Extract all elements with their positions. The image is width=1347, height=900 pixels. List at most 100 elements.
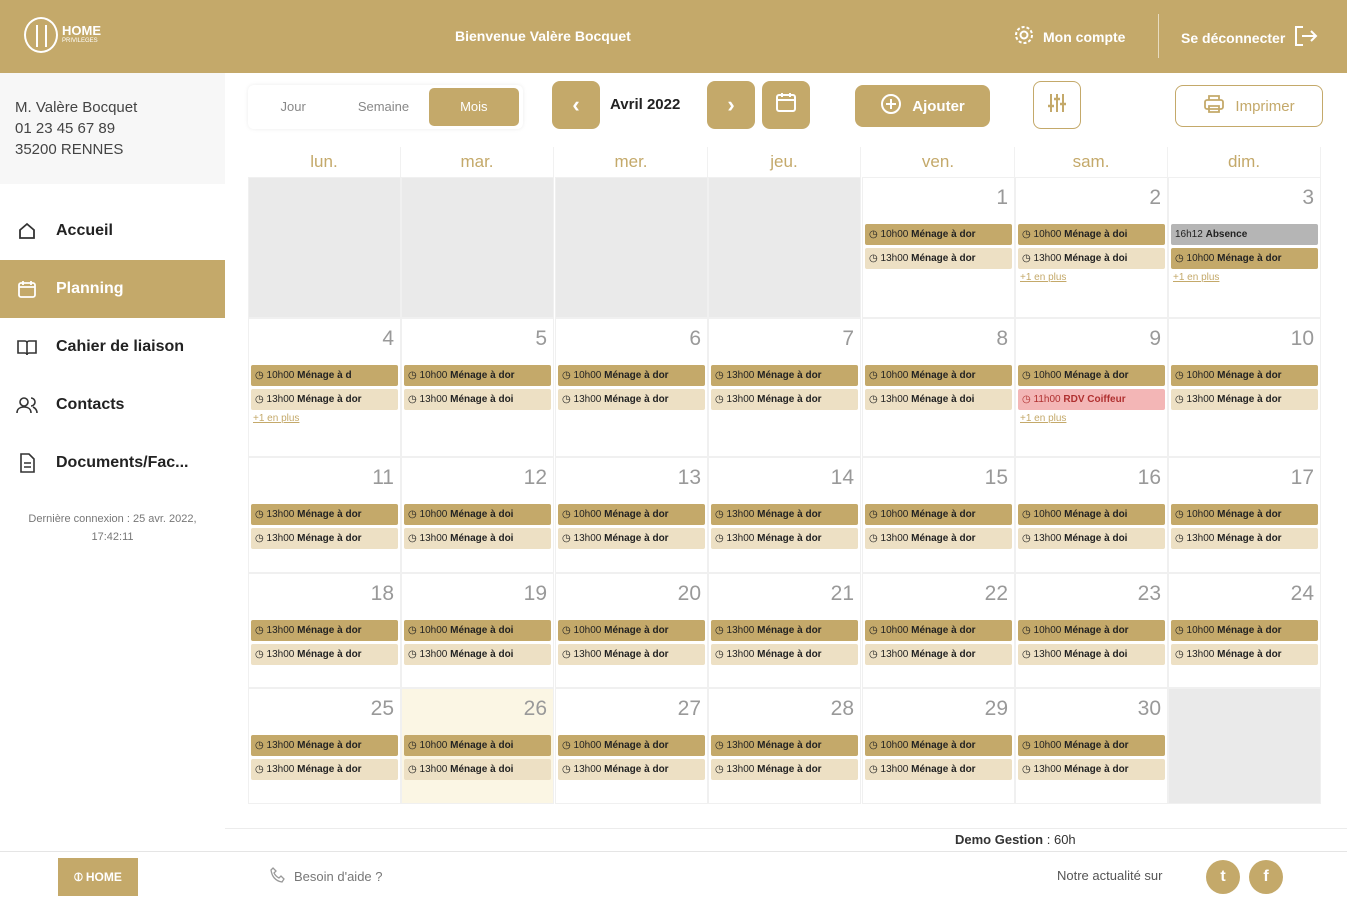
footer-logo[interactable]: ⦶ HOME [58,858,138,896]
next-month-button[interactable]: › [707,81,755,129]
day-cell[interactable]: 20 ◷ 10h00 Ménage à dor ◷ 13h00 Ménage à d… [555,573,708,688]
event-chip[interactable]: ◷ 13h00 Ménage à dor [251,620,398,641]
event-chip[interactable]: ◷ 13h00 Ménage à dor [1171,528,1318,549]
facebook-icon[interactable]: f [1249,860,1283,894]
day-cell[interactable]: 30 ◷ 10h00 Ménage à dor ◷ 13h00 Ménage à d… [1015,688,1168,804]
day-cell[interactable] [708,177,861,318]
day-cell[interactable]: 19 ◷ 10h00 Ménage à doi ◷ 13h00 Ménage à d… [401,573,554,688]
event-chip[interactable]: ◷ 13h00 Ménage à dor [1171,644,1318,665]
appointment-event[interactable]: ◷ 11h00 RDV Coiffeur [1018,389,1165,410]
event-chip[interactable]: ◷ 13h00 Ménage à doi [1018,644,1165,665]
event-chip[interactable]: ◷ 13h00 Ménage à doi [404,759,551,780]
day-cell[interactable]: 29 ◷ 10h00 Ménage à dor ◷ 13h00 Ménage à d… [862,688,1015,804]
day-cell[interactable]: 4 ◷ 10h00 Ménage à d ◷ 13h00 Ménage à dor +… [248,318,401,457]
event-chip[interactable]: ◷ 10h00 Ménage à dor [558,365,705,386]
event-chip[interactable]: ◷ 10h00 Ménage à dor [865,224,1012,245]
day-cell[interactable]: 6 ◷ 10h00 Ménage à dor ◷ 13h00 Ménage à do… [555,318,708,457]
day-cell[interactable]: 25 ◷ 13h00 Ménage à dor ◷ 13h00 Ménage à d… [248,688,401,804]
event-chip[interactable]: ◷ 13h00 Ménage à dor [865,528,1012,549]
event-chip[interactable]: ◷ 10h00 Ménage à doi [1018,224,1165,245]
event-chip[interactable]: ◷ 13h00 Ménage à dor [251,504,398,525]
event-chip[interactable]: ◷ 13h00 Ménage à doi [404,528,551,549]
event-chip[interactable]: ◷ 10h00 Ménage à d [251,365,398,386]
day-cell[interactable]: 17 ◷ 10h00 Ménage à dor ◷ 13h00 Ménage à d… [1168,457,1321,573]
sidebar-item-planning[interactable]: Planning [0,260,225,318]
event-chip[interactable]: ◷ 10h00 Ménage à doi [1018,504,1165,525]
day-cell[interactable]: 16 ◷ 10h00 Ménage à doi ◷ 13h00 Ménage à d… [1015,457,1168,573]
event-chip[interactable]: ◷ 10h00 Ménage à dor [865,504,1012,525]
event-chip[interactable]: ◷ 13h00 Ménage à doi [1018,248,1165,269]
event-chip[interactable]: ◷ 10h00 Ménage à dor [1171,248,1318,269]
event-chip[interactable]: ◷ 10h00 Ménage à dor [1171,504,1318,525]
more-events-link[interactable]: +1 en plus [1018,413,1165,424]
sidebar-item-cahier[interactable]: Cahier de liaison [0,318,225,376]
event-chip[interactable]: ◷ 10h00 Ménage à dor [1171,620,1318,641]
event-chip[interactable]: ◷ 10h00 Ménage à doi [404,735,551,756]
add-button[interactable]: Ajouter [855,85,990,127]
event-chip[interactable]: ◷ 10h00 Ménage à dor [865,735,1012,756]
event-chip[interactable]: ◷ 13h00 Ménage à doi [404,644,551,665]
event-chip[interactable]: ◷ 13h00 Ménage à dor [251,389,398,410]
event-chip[interactable]: ◷ 10h00 Ménage à dor [558,504,705,525]
more-events-link[interactable]: +1 en plus [1018,272,1165,283]
day-cell[interactable]: 2 ◷ 10h00 Ménage à doi ◷ 13h00 Ménage à do… [1015,177,1168,318]
event-chip[interactable]: ◷ 13h00 Ménage à dor [711,504,858,525]
logout-button[interactable]: Se déconnecter [1181,24,1319,51]
event-chip[interactable]: ◷ 10h00 Ménage à dor [1018,735,1165,756]
day-cell[interactable] [1168,688,1321,804]
view-day-button[interactable]: Jour [248,88,338,126]
event-chip[interactable]: ◷ 13h00 Ménage à doi [1018,528,1165,549]
event-chip[interactable]: ◷ 10h00 Ménage à dor [865,365,1012,386]
event-chip[interactable]: ◷ 13h00 Ménage à dor [711,759,858,780]
day-cell-today[interactable]: 26 ◷ 10h00 Ménage à doi ◷ 13h00 Ménage à d… [401,688,554,804]
more-events-link[interactable]: +1 en plus [251,413,398,424]
event-chip[interactable]: ◷ 13h00 Ménage à dor [711,528,858,549]
print-button[interactable]: Imprimer [1175,85,1323,127]
event-chip[interactable]: ◷ 10h00 Ménage à dor [1018,365,1165,386]
event-chip[interactable]: ◷ 13h00 Ménage à dor [558,644,705,665]
event-chip[interactable]: ◷ 10h00 Ménage à dor [1018,620,1165,641]
event-chip[interactable]: ◷ 13h00 Ménage à dor [711,735,858,756]
event-chip[interactable]: ◷ 13h00 Ménage à dor [251,759,398,780]
event-chip[interactable]: ◷ 13h00 Ménage à dor [711,389,858,410]
day-cell[interactable]: 28 ◷ 13h00 Ménage à dor ◷ 13h00 Ménage à d… [708,688,861,804]
day-cell[interactable]: 9 ◷ 10h00 Ménage à dor ◷ 11h00 RDV Coiffeu… [1015,318,1168,457]
day-cell[interactable]: 27 ◷ 10h00 Ménage à dor ◷ 13h00 Ménage à d… [555,688,708,804]
view-week-button[interactable]: Semaine [338,88,428,126]
absence-event[interactable]: 16h12 Absence [1171,224,1318,245]
day-cell[interactable]: 11 ◷ 13h00 Ménage à dor ◷ 13h00 Ménage à d… [248,457,401,573]
day-cell[interactable] [401,177,554,318]
event-chip[interactable]: ◷ 10h00 Ménage à dor [404,365,551,386]
day-cell[interactable]: 3 16h12 Absence ◷ 10h00 Ménage à dor +1 en … [1168,177,1321,318]
day-cell[interactable]: 1 ◷ 10h00 Ménage à dor ◷ 13h00 Ménage à do… [862,177,1015,318]
event-chip[interactable]: ◷ 13h00 Ménage à dor [251,735,398,756]
event-chip[interactable]: ◷ 10h00 Ménage à dor [1171,365,1318,386]
filter-button[interactable] [1033,81,1081,129]
event-chip[interactable]: ◷ 13h00 Ménage à dor [865,644,1012,665]
day-cell[interactable]: 7 ◷ 13h00 Ménage à dor ◷ 13h00 Ménage à do… [708,318,861,457]
event-chip[interactable]: ◷ 13h00 Ménage à dor [1171,389,1318,410]
event-chip[interactable]: ◷ 10h00 Ménage à dor [865,620,1012,641]
day-cell[interactable]: 23 ◷ 10h00 Ménage à dor ◷ 13h00 Ménage à d… [1015,573,1168,688]
date-picker-button[interactable] [762,81,810,129]
prev-month-button[interactable]: ‹ [552,81,600,129]
event-chip[interactable]: ◷ 13h00 Ménage à dor [865,759,1012,780]
event-chip[interactable]: ◷ 13h00 Ménage à dor [558,528,705,549]
sidebar-item-accueil[interactable]: Accueil [0,202,225,260]
day-cell[interactable]: 5 ◷ 10h00 Ménage à dor ◷ 13h00 Ménage à do… [401,318,554,457]
day-cell[interactable]: 10 ◷ 10h00 Ménage à dor ◷ 13h00 Ménage à d… [1168,318,1321,457]
day-cell[interactable] [248,177,401,318]
day-cell[interactable]: 14 ◷ 13h00 Ménage à dor ◷ 13h00 Ménage à d… [708,457,861,573]
day-cell[interactable]: 12 ◷ 10h00 Ménage à doi ◷ 13h00 Ménage à d… [401,457,554,573]
event-chip[interactable]: ◷ 13h00 Ménage à dor [711,644,858,665]
day-cell[interactable]: 22 ◷ 10h00 Ménage à dor ◷ 13h00 Ménage à d… [862,573,1015,688]
day-cell[interactable]: 13 ◷ 10h00 Ménage à dor ◷ 13h00 Ménage à d… [555,457,708,573]
event-chip[interactable]: ◷ 10h00 Ménage à dor [558,735,705,756]
event-chip[interactable]: ◷ 10h00 Ménage à doi [404,504,551,525]
event-chip[interactable]: ◷ 10h00 Ménage à doi [404,620,551,641]
twitter-icon[interactable]: t [1206,860,1240,894]
day-cell[interactable]: 15 ◷ 10h00 Ménage à dor ◷ 13h00 Ménage à d… [862,457,1015,573]
day-cell[interactable] [555,177,708,318]
event-chip[interactable]: ◷ 13h00 Ménage à dor [865,248,1012,269]
day-cell[interactable]: 21 ◷ 13h00 Ménage à dor ◷ 13h00 Ménage à d… [708,573,861,688]
